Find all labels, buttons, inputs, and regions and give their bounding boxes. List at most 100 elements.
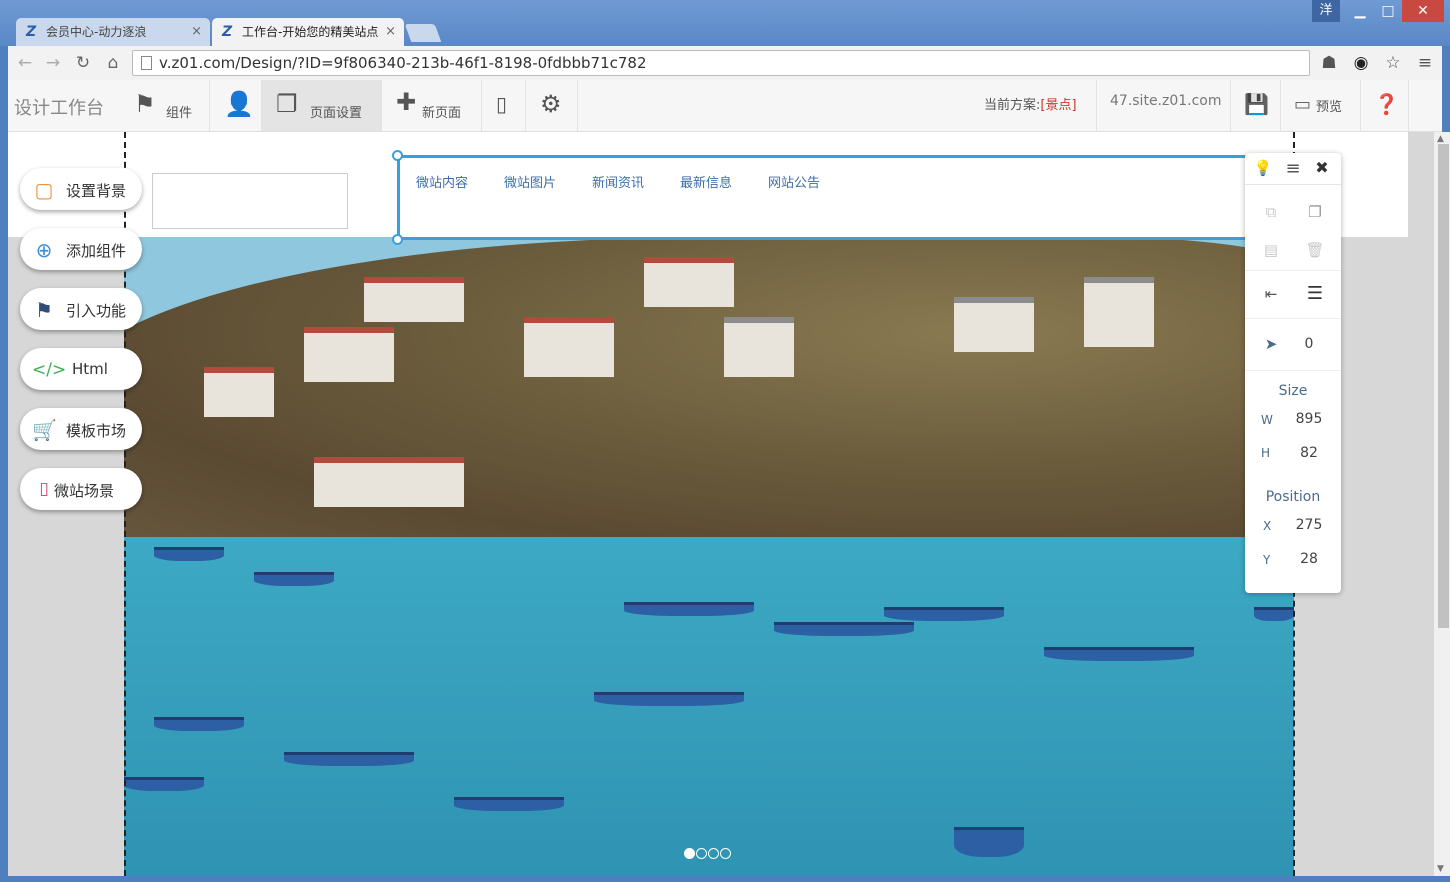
vertical-scrollbar[interactable]: ▲ ▼ bbox=[1434, 132, 1450, 876]
hero-banner-image[interactable] bbox=[124, 237, 1294, 876]
document-icon[interactable]: ▤ bbox=[1259, 241, 1283, 259]
current-plan: 当前方案:[景点] bbox=[984, 94, 1077, 113]
menu-icon[interactable]: ≡ bbox=[1281, 158, 1305, 179]
square-icon: ▢ bbox=[34, 178, 54, 202]
new-tab-button[interactable] bbox=[404, 24, 442, 42]
maximize-button[interactable]: □ bbox=[1374, 0, 1402, 22]
resize-handle-bottom-left[interactable] bbox=[392, 234, 403, 245]
import-feature-label: 引入功能 bbox=[66, 302, 127, 320]
width-label: W bbox=[1261, 413, 1273, 427]
height-label: H bbox=[1261, 446, 1271, 460]
nav-item-news[interactable]: 新闻资讯 bbox=[592, 172, 644, 191]
plus-icon: ✚ bbox=[396, 88, 417, 116]
lightbulb-icon[interactable]: 💡 bbox=[1251, 159, 1275, 177]
gear-icon: ⚙ bbox=[540, 90, 562, 118]
logo-placeholder[interactable] bbox=[152, 173, 348, 229]
template-market-label: 模板市场 bbox=[66, 422, 127, 440]
slider-dot[interactable] bbox=[684, 848, 695, 859]
close-window-button[interactable]: ✕ bbox=[1402, 0, 1444, 22]
x-input[interactable]: 275 bbox=[1287, 517, 1331, 533]
preview-monitor-icon[interactable]: ▭ bbox=[1294, 94, 1311, 115]
slider-dot[interactable] bbox=[720, 848, 731, 859]
minimize-button[interactable]: ▁ bbox=[1346, 0, 1374, 22]
settings-button[interactable]: ⚙ bbox=[526, 80, 578, 131]
reload-icon[interactable]: ↻ bbox=[72, 52, 94, 74]
close-icon[interactable]: ✖ bbox=[1310, 158, 1334, 177]
browser-tab-member-center[interactable]: Z 会员中心-动力逐浪 × bbox=[16, 18, 210, 46]
import-feature-button[interactable]: ⚑ 引入功能 bbox=[20, 288, 142, 330]
new-page-label: 新页面 bbox=[422, 106, 462, 121]
panel-zindex-row: ➤ 0 bbox=[1245, 319, 1341, 371]
nav-item-latest[interactable]: 最新信息 bbox=[680, 172, 732, 191]
html-label: Html bbox=[72, 360, 108, 378]
help-icon[interactable]: ❓ bbox=[1374, 92, 1399, 116]
save-icon[interactable]: 💾 bbox=[1244, 92, 1269, 116]
property-panel: 💡 ≡ ✖ ⧉ ❐ ▤ 🗑 ⇤ ☰ ➤ 0 Size W 895 H 82 Po… bbox=[1245, 153, 1341, 593]
back-icon[interactable]: ← bbox=[14, 52, 36, 74]
selected-nav-component[interactable]: 微站内容 微站图片 新闻资讯 最新信息 网站公告 bbox=[397, 155, 1292, 240]
page-settings-label: 页面设置 bbox=[310, 106, 363, 121]
components-button[interactable]: ⚑ 组件 bbox=[120, 80, 210, 131]
design-canvas[interactable]: 微站内容 微站图片 新闻资讯 最新信息 网站公告 ▢ 设置背景 ⊕ 添加组件 ⚑… bbox=[8, 132, 1434, 876]
tab-close-icon[interactable]: × bbox=[385, 18, 396, 46]
nav-item-images[interactable]: 微站图片 bbox=[504, 172, 556, 191]
bookmark-star-icon[interactable]: ☆ bbox=[1382, 52, 1404, 74]
app-brand: 设计工作台 bbox=[14, 98, 104, 119]
forward-icon[interactable]: → bbox=[42, 52, 64, 74]
nav-item-content[interactable]: 微站内容 bbox=[416, 172, 468, 191]
profile-badge[interactable]: 洋 bbox=[1312, 0, 1340, 22]
scroll-down-icon[interactable]: ▼ bbox=[1437, 864, 1444, 874]
site-favicon-icon: Z bbox=[222, 24, 233, 40]
micro-scene-button[interactable]: ▯ 微站场景 bbox=[20, 468, 142, 510]
extension-camera-icon[interactable]: ◉ bbox=[1350, 52, 1372, 74]
tab-title: 会员中心-动力逐浪 bbox=[46, 25, 147, 39]
designer-appbar: 设计工作台 ⚑ 组件 👤 ❐ 页面设置 ✚ 新页面 ▯ ⚙ 当前方案:[景点] … bbox=[8, 80, 1442, 132]
tab-close-icon[interactable]: × bbox=[191, 18, 202, 46]
user-button[interactable]: 👤 bbox=[210, 80, 262, 131]
nav-item-notice[interactable]: 网站公告 bbox=[768, 172, 820, 191]
scroll-up-icon[interactable]: ▲ bbox=[1437, 134, 1444, 144]
site-domain-link[interactable]: 47.site.z01.com bbox=[1110, 93, 1222, 109]
mobile-view-button[interactable]: ▯ bbox=[482, 80, 526, 131]
copy-icon[interactable]: ⧉ bbox=[1259, 203, 1283, 221]
url-input[interactable] bbox=[159, 52, 1299, 74]
send-icon[interactable]: ➤ bbox=[1259, 335, 1283, 353]
width-input[interactable]: 895 bbox=[1287, 411, 1331, 427]
mobile-icon: ▯ bbox=[496, 92, 508, 116]
position-title: Position bbox=[1265, 489, 1321, 505]
code-icon: </> bbox=[32, 360, 67, 380]
menu-icon[interactable]: ≡ bbox=[1414, 52, 1436, 74]
add-component-button[interactable]: ⊕ 添加组件 bbox=[20, 228, 142, 270]
slider-dot[interactable] bbox=[708, 848, 719, 859]
preview-label[interactable]: 预览 bbox=[1316, 96, 1342, 115]
size-title: Size bbox=[1278, 383, 1308, 399]
plus-circle-icon: ⊕ bbox=[35, 238, 53, 262]
page-settings-button[interactable]: ❐ 页面设置 bbox=[262, 80, 382, 131]
resize-handle-top-left[interactable] bbox=[392, 150, 403, 161]
banner-sea bbox=[124, 537, 1294, 876]
panel-align-row: ⇤ ☰ bbox=[1245, 271, 1341, 319]
new-page-button[interactable]: ✚ 新页面 bbox=[382, 80, 482, 131]
panel-copy-row: ⧉ ❐ ▤ 🗑 bbox=[1245, 185, 1341, 271]
home-icon[interactable]: ⌂ bbox=[102, 52, 124, 74]
z-index-value[interactable]: 0 bbox=[1287, 336, 1331, 352]
scrollbar-thumb[interactable] bbox=[1438, 144, 1449, 628]
set-background-button[interactable]: ▢ 设置背景 bbox=[20, 168, 142, 210]
height-input[interactable]: 82 bbox=[1287, 445, 1331, 461]
browser-tab-workbench[interactable]: Z 工作台-开始您的精美站点 × bbox=[212, 18, 404, 46]
template-market-button[interactable]: 🛒 模板市场 bbox=[20, 408, 142, 450]
plan-name[interactable]: [景点] bbox=[1040, 98, 1076, 113]
align-justify-icon[interactable]: ☰ bbox=[1303, 283, 1327, 304]
plan-prefix: 当前方案: bbox=[984, 98, 1041, 113]
extension-icon[interactable]: ☗ bbox=[1318, 52, 1340, 74]
address-bar[interactable] bbox=[132, 50, 1310, 76]
slider-dot[interactable] bbox=[696, 848, 707, 859]
y-input[interactable]: 28 bbox=[1287, 551, 1331, 567]
paste-icon[interactable]: ❐ bbox=[1303, 203, 1327, 221]
html-button[interactable]: </> Html bbox=[20, 348, 142, 390]
mobile-icon: ▯ bbox=[39, 479, 49, 499]
trash-icon[interactable]: 🗑 bbox=[1303, 241, 1327, 259]
indent-icon[interactable]: ⇤ bbox=[1259, 285, 1283, 303]
x-label: X bbox=[1263, 519, 1272, 533]
cart-icon: 🛒 bbox=[32, 418, 57, 442]
